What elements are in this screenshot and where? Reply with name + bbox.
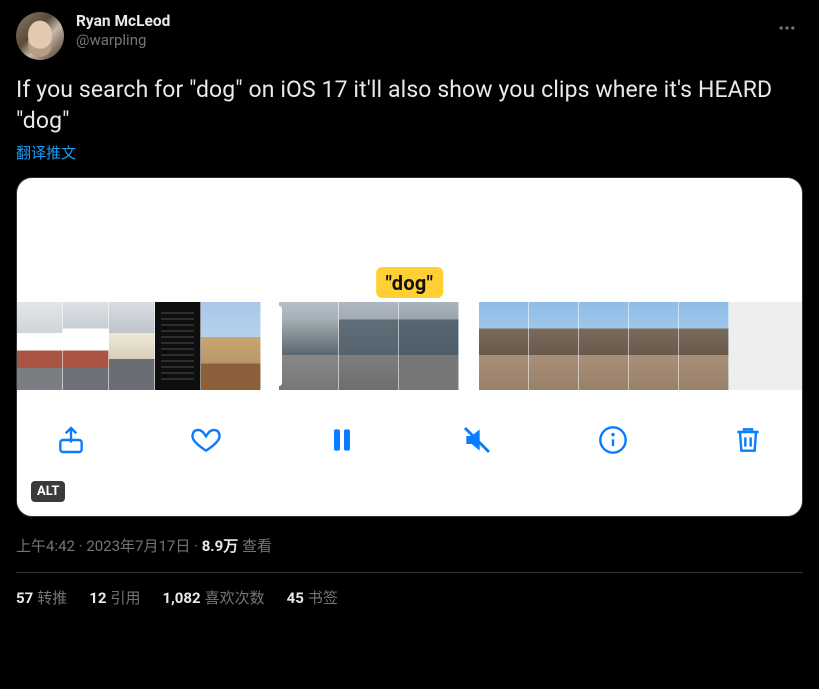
tweet-media[interactable]: "dog": [16, 177, 803, 517]
tweet-text: If you search for "dog" on iOS 17 it'll …: [16, 74, 803, 136]
alt-badge[interactable]: ALT: [31, 481, 65, 502]
clip-thumbnail: [17, 302, 63, 390]
avatar[interactable]: [16, 12, 64, 60]
time[interactable]: 上午4:42: [16, 537, 75, 555]
timeline-strip[interactable]: [17, 302, 802, 390]
media-top: "dog": [17, 178, 802, 302]
clip-thumbnail: [279, 302, 339, 390]
separator: [16, 572, 803, 573]
views-count: 8.9万: [202, 537, 239, 555]
translate-link[interactable]: 翻译推文: [16, 142, 76, 163]
retweets-stat[interactable]: 57转推: [16, 587, 67, 608]
more-button[interactable]: [773, 14, 801, 46]
info-button[interactable]: [595, 422, 631, 458]
bookmarks-stat[interactable]: 45书签: [287, 587, 338, 608]
clip-thumbnail: [479, 302, 529, 390]
date[interactable]: 2023年7月17日: [86, 537, 190, 555]
info-icon: [597, 424, 629, 456]
mute-button[interactable]: [459, 422, 495, 458]
clip-thumbnail: [63, 302, 109, 390]
more-icon: [777, 18, 797, 38]
likes-stat[interactable]: 1,082喜欢次数: [162, 587, 264, 608]
clip-thumbnail: [529, 302, 579, 390]
clip-thumbnail: [155, 302, 201, 390]
views-label: 查看: [242, 537, 272, 555]
like-button[interactable]: [188, 422, 224, 458]
tweet-stats: 57转推 12引用 1,082喜欢次数 45书签: [16, 587, 803, 608]
pause-button[interactable]: [324, 422, 360, 458]
clip-thumbnail: [339, 302, 399, 390]
clip-thumbnail: [579, 302, 629, 390]
clip-thumbnail: [629, 302, 679, 390]
clip-thumbnail: [679, 302, 729, 390]
search-match-badge: "dog": [376, 267, 444, 298]
share-icon: [55, 424, 87, 456]
display-name: Ryan McLeod: [76, 12, 170, 31]
pause-icon: [326, 424, 358, 456]
heart-icon: [190, 424, 222, 456]
clip-thumbnail: [399, 302, 459, 390]
delete-button[interactable]: [730, 422, 766, 458]
clip-thumbnail: [109, 302, 155, 390]
trash-icon: [732, 424, 764, 456]
quotes-stat[interactable]: 12引用: [89, 587, 140, 608]
clip-thumbnail: [201, 302, 261, 390]
tweet-header: Ryan McLeod @warpling: [16, 12, 803, 60]
tweet: Ryan McLeod @warpling If you search for …: [0, 0, 819, 620]
handle: @warpling: [76, 31, 170, 50]
clip-gap: [459, 302, 479, 390]
share-button[interactable]: [53, 422, 89, 458]
speaker-muted-icon: [461, 424, 493, 456]
author-names[interactable]: Ryan McLeod @warpling: [76, 12, 170, 50]
media-toolbar: [17, 390, 802, 490]
tweet-meta: 上午4:42 · 2023年7月17日 · 8.9万 查看: [16, 535, 803, 556]
playhead[interactable]: [276, 306, 282, 386]
